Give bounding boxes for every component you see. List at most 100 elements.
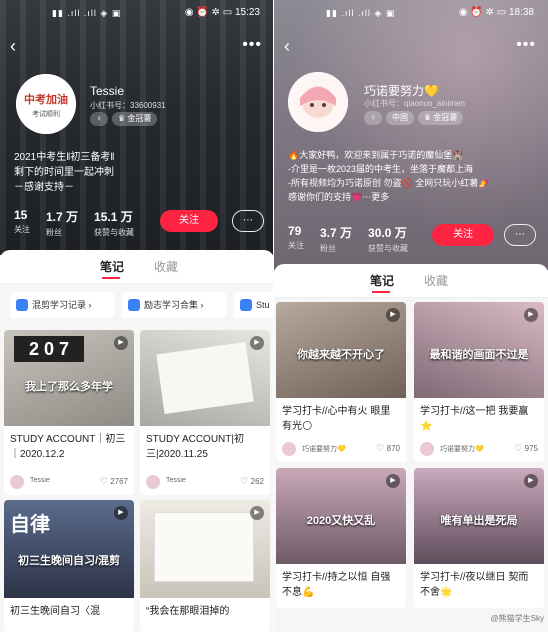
note-title: 初三生晚间自习〈混 xyxy=(10,606,100,617)
like-count[interactable]: ♡ 262 xyxy=(240,476,264,487)
status-icons: ◉ ⏰ ✲ ▭ xyxy=(184,7,233,18)
follow-button[interactable]: 关注 xyxy=(160,210,218,232)
avatar-illustration xyxy=(288,72,348,132)
note-cover: 自律 初三生晚间自习/混剪 ▶ xyxy=(4,500,134,598)
bio: 2021中考生‖初三备考‖ 剩下的时间里一起冲刺 －感谢支持－ xyxy=(14,150,115,195)
location-tag: 中国 xyxy=(386,111,414,125)
like-count[interactable]: ♡ 2767 xyxy=(100,476,128,487)
avatar[interactable]: 中考加油 考试顺利 xyxy=(16,74,76,134)
stat-following[interactable]: 79 关注 xyxy=(288,224,304,254)
level-badge[interactable]: ♛ 金冠薯 xyxy=(112,112,158,126)
note-meta: 巧诺要努力💛 ♡ 870 xyxy=(282,442,400,456)
video-play-icon: ▶ xyxy=(250,336,264,350)
cover-caption: 2020又快又乱 xyxy=(306,515,376,527)
bio-line[interactable]: 感谢你们的支持💗⋯更多 xyxy=(288,190,489,204)
signal-icons: ▮▮ .ıll .ıll ◈ ▣ xyxy=(326,8,396,18)
collection-row: 混剪学习记录 › 励志学习合集 › Stu xyxy=(0,285,274,325)
collection-chip[interactable]: 励志学习合集 › xyxy=(122,292,226,318)
stat-followers[interactable]: 1.7 万 粉丝 xyxy=(46,208,78,238)
back-icon[interactable]: ‹ xyxy=(284,36,290,57)
more-options-icon[interactable]: ••• xyxy=(242,36,262,54)
profile-tags: ♀ 中国 ♛ 金冠薯 xyxy=(364,111,464,125)
note-card[interactable]: 自律 初三生晚间自习/混剪 ▶ 初三生晚间自习〈混 xyxy=(4,500,134,632)
author-avatar xyxy=(10,475,24,489)
note-title: “我会在那眼泪掉的 xyxy=(146,606,230,617)
bio-line: －感谢支持－ xyxy=(14,182,74,193)
note-card[interactable]: 2020又快又乱 ▶ 学习打卡//持之以恒 自强不息💪 xyxy=(276,468,406,608)
avatar[interactable] xyxy=(288,72,348,132)
chat-bubble-icon: ⋯ xyxy=(243,215,253,226)
note-title: 学习打卡//心中有火 眼里有光🌕 xyxy=(282,406,391,432)
bio-line: 2021中考生‖初三备考‖ xyxy=(14,152,115,163)
cover-caption: 你越来越不开心了 xyxy=(297,349,385,361)
note-card[interactable]: 2 0 7 我上了那么多年学 ▶ STUDY ACCOUNT｜初三｜2020.1… xyxy=(4,330,134,495)
stat-likes[interactable]: 30.0 万 获赞与收藏 xyxy=(368,224,408,254)
nickname: Tessie xyxy=(90,84,125,98)
author-name: 巧诺要努力💛 xyxy=(302,446,346,453)
profile-header: ▮▮ .ıll .ıll ◈ ▣ ◉ ⏰ ✲ ▭ 15:23 ‹ ••• 中考加… xyxy=(0,0,274,255)
author-avatar xyxy=(420,442,434,456)
notebook-decoration xyxy=(156,342,254,414)
like-count[interactable]: ♡ 975 xyxy=(514,443,538,454)
note-cover: 唯有单出是死局 ▶ xyxy=(414,468,544,564)
note-card[interactable]: 你越来越不开心了 ▶ 学习打卡//心中有火 眼里有光🌕 巧诺要努力💛 ♡ 870 xyxy=(276,302,406,462)
cover-art-text: 自律 xyxy=(10,514,50,536)
author-name: Tessie xyxy=(30,477,50,484)
tab-notes[interactable]: 笔记 xyxy=(100,258,124,275)
calendar-decoration: 2 0 7 xyxy=(14,336,84,362)
note-title: STUDY ACCOUNT|初三|2020.11.25 xyxy=(146,434,244,460)
album-icon xyxy=(16,299,28,311)
more-options-icon[interactable]: ••• xyxy=(516,36,536,54)
note-card[interactable]: 最和谐的画面不过是 ▶ 学习打卡//这一把 我要赢⭐ 巧诺要努力💛 ♡ 975 xyxy=(414,302,544,462)
cover-caption: 唯有单出是死局 xyxy=(440,515,518,527)
watermark: @熊猫学生Sky xyxy=(490,614,544,623)
notebook-decoration xyxy=(154,512,254,582)
profile-screen-tessie: ▮▮ .ıll .ıll ◈ ▣ ◉ ⏰ ✲ ▭ 15:23 ‹ ••• 中考加… xyxy=(0,0,274,632)
status-time: 18:38 xyxy=(508,7,534,18)
note-cover: 2 0 7 我上了那么多年学 ▶ xyxy=(4,330,134,426)
collection-chip[interactable]: 混剪学习记录 › xyxy=(10,292,114,318)
video-play-icon: ▶ xyxy=(386,308,400,322)
back-icon[interactable]: ‹ xyxy=(10,36,16,57)
profile-header: ▮▮ .ıll .ıll ◈ ▣ ◉ ⏰ ✲ ▭ 18:38 ‹ ••• 巧诺要… xyxy=(274,0,548,270)
note-card[interactable]: 唯有单出是死局 ▶ 学习打卡//夜以继日 契而不舍🌟 xyxy=(414,468,544,608)
heart-icon: ♡ xyxy=(240,476,249,486)
follow-button[interactable]: 关注 xyxy=(432,224,494,246)
content-tabs: 笔记 收藏 xyxy=(0,250,274,284)
profile-stats: 15 关注 1.7 万 粉丝 15.1 万 获赞与收藏 xyxy=(14,208,134,238)
video-play-icon: ▶ xyxy=(386,474,400,488)
note-meta: Tessie ♡ 262 xyxy=(146,475,264,489)
video-play-icon: ▶ xyxy=(250,506,264,520)
message-button[interactable]: ⋯ xyxy=(232,210,264,232)
note-title: STUDY ACCOUNT｜初三｜2020.12.2 xyxy=(10,434,126,460)
status-bar: ▮▮ .ıll .ıll ◈ ▣ ◉ ⏰ ✲ ▭ 15:23 xyxy=(0,6,274,22)
profile-tags: ♀ ♛ 金冠薯 xyxy=(90,112,158,126)
video-play-icon: ▶ xyxy=(524,474,538,488)
tab-collections[interactable]: 收藏 xyxy=(424,272,448,289)
level-badge[interactable]: ♛ 金冠薯 xyxy=(418,111,464,125)
bio: 🔥大家好鸭，欢迎来到属于巧诺的魔仙堡🏰 -介里是一枚2023届的中考生，坐落于魔… xyxy=(288,148,489,204)
avatar-logo: 中考加油 考试顺利 xyxy=(16,74,76,134)
bio-line: 剩下的时间里一起冲刺 xyxy=(14,167,114,178)
note-cover: ▶ xyxy=(140,330,270,426)
collection-chip[interactable]: Stu xyxy=(234,292,274,318)
note-meta: 巧诺要努力💛 ♡ 975 xyxy=(420,442,538,456)
heart-icon: ♡ xyxy=(376,443,385,453)
stat-following[interactable]: 15 关注 xyxy=(14,208,30,238)
note-title: 学习打卡//这一把 我要赢⭐ xyxy=(420,406,529,432)
cover-caption: 我上了那么多年学 xyxy=(25,381,113,393)
chat-bubble-icon: ⋯ xyxy=(515,229,525,240)
gender-tag: ♀ xyxy=(364,111,382,125)
album-icon xyxy=(240,299,252,311)
tab-notes[interactable]: 笔记 xyxy=(370,272,394,289)
note-card[interactable]: ▶ “我会在那眼泪掉的 xyxy=(140,500,270,632)
like-count[interactable]: ♡ 870 xyxy=(376,443,400,454)
note-card[interactable]: ▶ STUDY ACCOUNT|初三|2020.11.25 Tessie ♡ 2… xyxy=(140,330,270,495)
album-icon xyxy=(128,299,140,311)
user-id: 小红书号：33600931 xyxy=(90,101,166,110)
stat-likes[interactable]: 15.1 万 获赞与收藏 xyxy=(94,208,134,238)
message-button[interactable]: ⋯ xyxy=(504,224,536,246)
stat-followers[interactable]: 3.7 万 粉丝 xyxy=(320,224,352,254)
tab-collections[interactable]: 收藏 xyxy=(154,258,178,275)
user-id: 小红书号：qiaonuo_ainimen xyxy=(364,99,465,108)
